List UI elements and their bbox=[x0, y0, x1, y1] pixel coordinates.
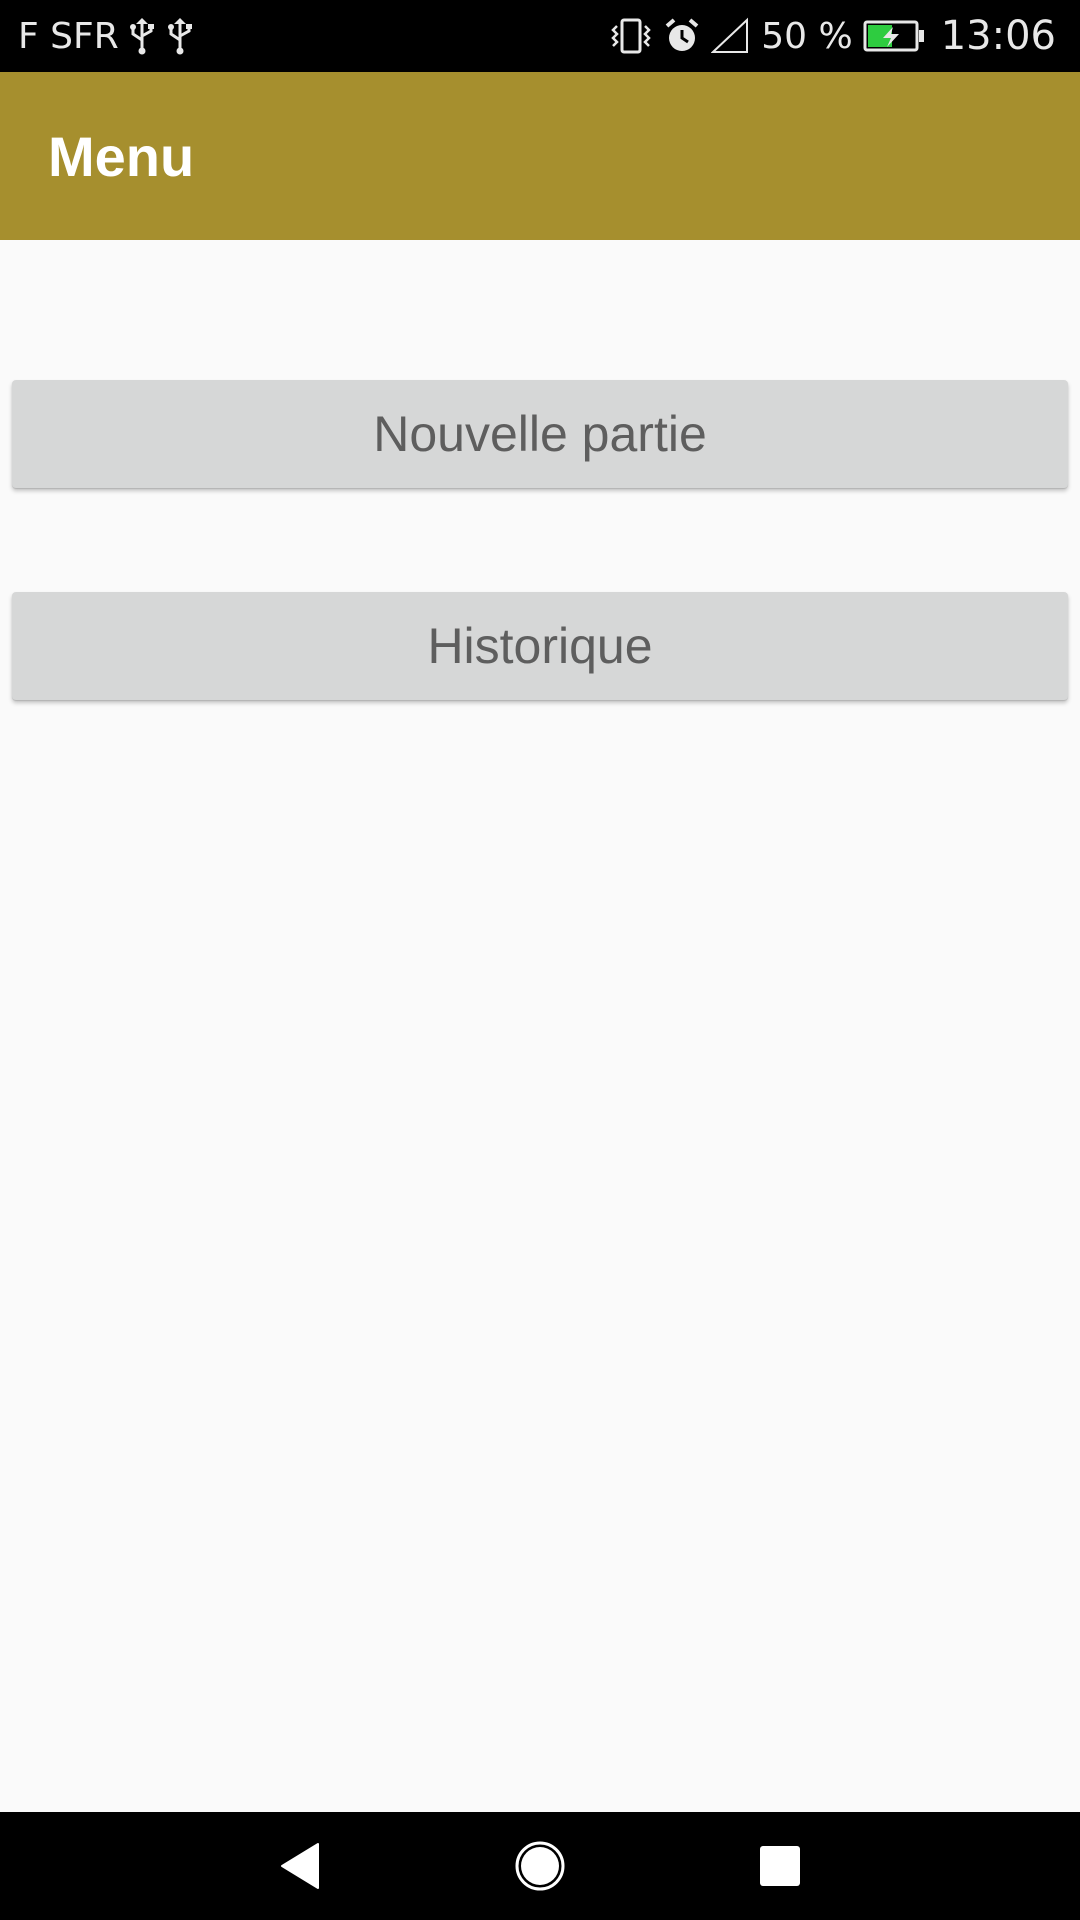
battery-percent: 50 % bbox=[761, 15, 853, 57]
status-bar: F SFR 50 % 13:06 bbox=[0, 0, 1080, 72]
recents-button[interactable] bbox=[720, 1812, 840, 1920]
alarm-icon bbox=[663, 16, 701, 56]
battery-charging-icon bbox=[863, 19, 925, 53]
usb-icon bbox=[165, 16, 195, 56]
history-button[interactable]: Historique bbox=[12, 592, 1068, 700]
navigation-bar bbox=[0, 1812, 1080, 1920]
page-title: Menu bbox=[48, 124, 195, 188]
usb-icon bbox=[127, 16, 157, 56]
recents-icon bbox=[760, 1846, 800, 1886]
screen: F SFR 50 % 13:06 Menu Nouvelle partie Hi… bbox=[0, 0, 1080, 1920]
signal-icon bbox=[711, 16, 751, 56]
vibrate-icon bbox=[609, 16, 653, 56]
home-button[interactable] bbox=[480, 1812, 600, 1920]
status-right: 50 % 13:06 bbox=[609, 0, 1056, 72]
status-left: F SFR bbox=[18, 0, 195, 72]
back-icon bbox=[281, 1843, 319, 1889]
carrier-label: F SFR bbox=[18, 15, 119, 57]
back-button[interactable] bbox=[240, 1812, 360, 1920]
home-icon bbox=[515, 1841, 565, 1891]
clock: 13:06 bbox=[940, 13, 1056, 59]
new-game-button[interactable]: Nouvelle partie bbox=[12, 380, 1068, 488]
app-bar: Menu bbox=[0, 72, 1080, 240]
